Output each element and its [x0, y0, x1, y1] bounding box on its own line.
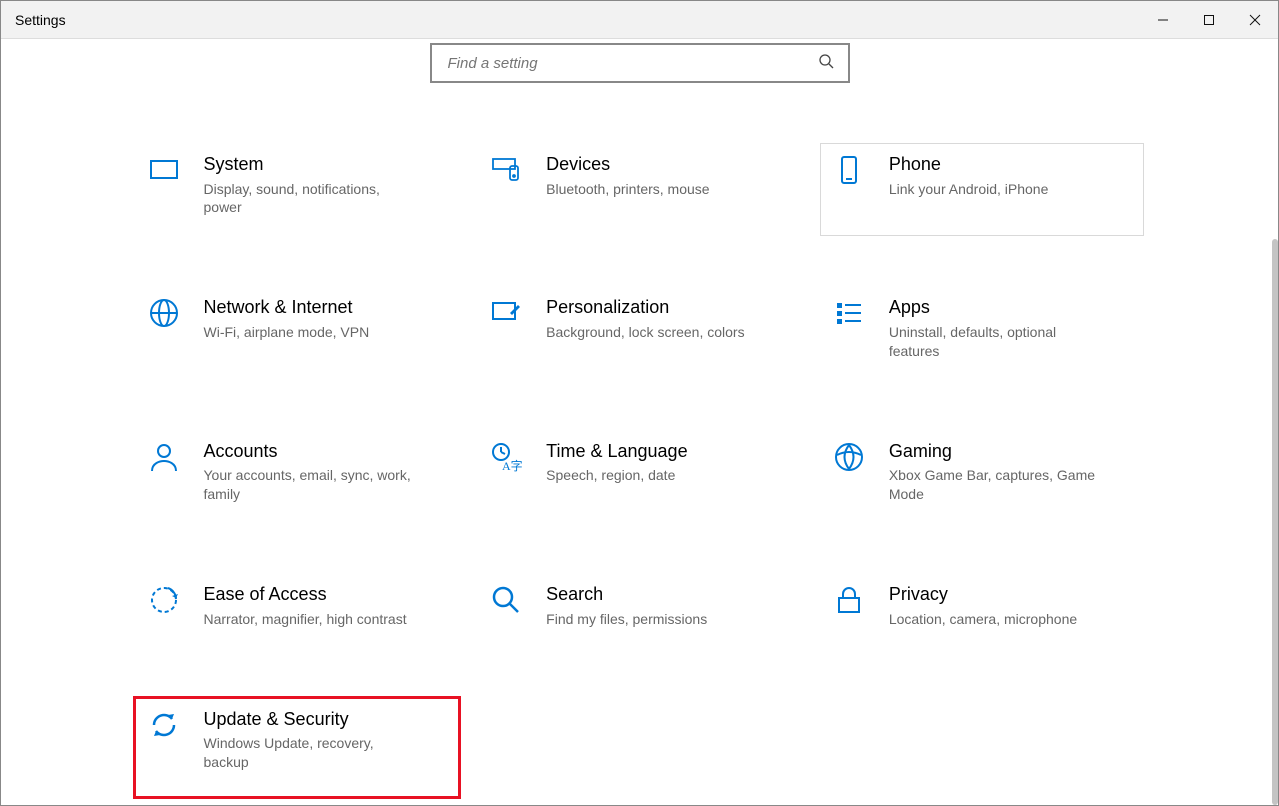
- settings-grid: System Display, sound, notifications, po…: [135, 143, 1145, 797]
- tile-title: Network & Internet: [204, 297, 445, 319]
- search-category-icon: [488, 582, 524, 618]
- tile-title: Time & Language: [546, 441, 787, 463]
- phone-icon: [831, 152, 867, 188]
- tile-time-language[interactable]: A字 Time & Language Speech, region, date: [477, 430, 802, 523]
- tile-ease-of-access[interactable]: Ease of Access Narrator, magnifier, high…: [135, 573, 460, 647]
- tile-apps[interactable]: Apps Uninstall, defaults, optional featu…: [820, 286, 1145, 379]
- tile-sub: Background, lock screen, colors: [546, 323, 756, 342]
- search-bar[interactable]: [430, 43, 850, 83]
- minimize-button[interactable]: [1140, 1, 1186, 38]
- tile-title: Apps: [889, 297, 1130, 319]
- scrollbar[interactable]: [1272, 239, 1278, 805]
- tile-system[interactable]: System Display, sound, notifications, po…: [135, 143, 460, 236]
- time-language-icon: A字: [488, 439, 524, 475]
- tile-title: Gaming: [889, 441, 1130, 463]
- tile-title: Privacy: [889, 584, 1130, 606]
- tile-title: System: [204, 154, 445, 176]
- network-icon: [146, 295, 182, 331]
- window-title: Settings: [15, 12, 66, 28]
- privacy-icon: [831, 582, 867, 618]
- tile-accounts[interactable]: Accounts Your accounts, email, sync, wor…: [135, 430, 460, 523]
- tile-title: Personalization: [546, 297, 787, 319]
- tile-title: Accounts: [204, 441, 445, 463]
- window-buttons: [1140, 1, 1278, 38]
- tile-sub: Speech, region, date: [546, 466, 756, 485]
- tile-privacy[interactable]: Privacy Location, camera, microphone: [820, 573, 1145, 647]
- close-icon: [1249, 14, 1261, 26]
- tile-title: Phone: [889, 154, 1130, 176]
- content-area: System Display, sound, notifications, po…: [1, 39, 1278, 805]
- tile-sub: Location, camera, microphone: [889, 610, 1099, 629]
- personalization-icon: [488, 295, 524, 331]
- close-button[interactable]: [1232, 1, 1278, 38]
- apps-icon: [831, 295, 867, 331]
- tile-sub: Bluetooth, printers, mouse: [546, 180, 756, 199]
- tile-sub: Xbox Game Bar, captures, Game Mode: [889, 466, 1099, 504]
- minimize-icon: [1157, 14, 1169, 26]
- tile-search[interactable]: Search Find my files, permissions: [477, 573, 802, 647]
- devices-icon: [488, 152, 524, 188]
- tile-gaming[interactable]: Gaming Xbox Game Bar, captures, Game Mod…: [820, 430, 1145, 523]
- search-input[interactable]: [446, 54, 818, 73]
- svg-text:A字: A字: [502, 458, 522, 473]
- tile-sub: Narrator, magnifier, high contrast: [204, 610, 414, 629]
- gaming-icon: [831, 439, 867, 475]
- tile-sub: Your accounts, email, sync, work, family: [204, 466, 414, 504]
- accounts-icon: [146, 439, 182, 475]
- maximize-button[interactable]: [1186, 1, 1232, 38]
- tile-sub: Uninstall, defaults, optional features: [889, 323, 1099, 361]
- tile-sub: Display, sound, notifications, power: [204, 180, 414, 218]
- tile-title: Devices: [546, 154, 787, 176]
- ease-of-access-icon: [146, 582, 182, 618]
- maximize-icon: [1203, 14, 1215, 26]
- system-icon: [146, 152, 182, 188]
- tile-devices[interactable]: Devices Bluetooth, printers, mouse: [477, 143, 802, 236]
- tile-update-security[interactable]: Update & Security Windows Update, recove…: [135, 698, 460, 797]
- tile-title: Search: [546, 584, 787, 606]
- tile-network[interactable]: Network & Internet Wi-Fi, airplane mode,…: [135, 286, 460, 379]
- update-security-icon: [146, 707, 182, 743]
- tile-sub: Wi-Fi, airplane mode, VPN: [204, 323, 414, 342]
- tile-phone[interactable]: Phone Link your Android, iPhone: [820, 143, 1145, 236]
- tile-title: Update & Security: [204, 709, 445, 731]
- tile-sub: Windows Update, recovery, backup: [204, 734, 414, 772]
- settings-window: Settings Sy: [0, 0, 1279, 806]
- tile-personalization[interactable]: Personalization Background, lock screen,…: [477, 286, 802, 379]
- titlebar: Settings: [1, 1, 1278, 39]
- search-icon: [818, 53, 834, 74]
- tile-sub: Link your Android, iPhone: [889, 180, 1099, 199]
- tile-title: Ease of Access: [204, 584, 445, 606]
- tile-sub: Find my files, permissions: [546, 610, 756, 629]
